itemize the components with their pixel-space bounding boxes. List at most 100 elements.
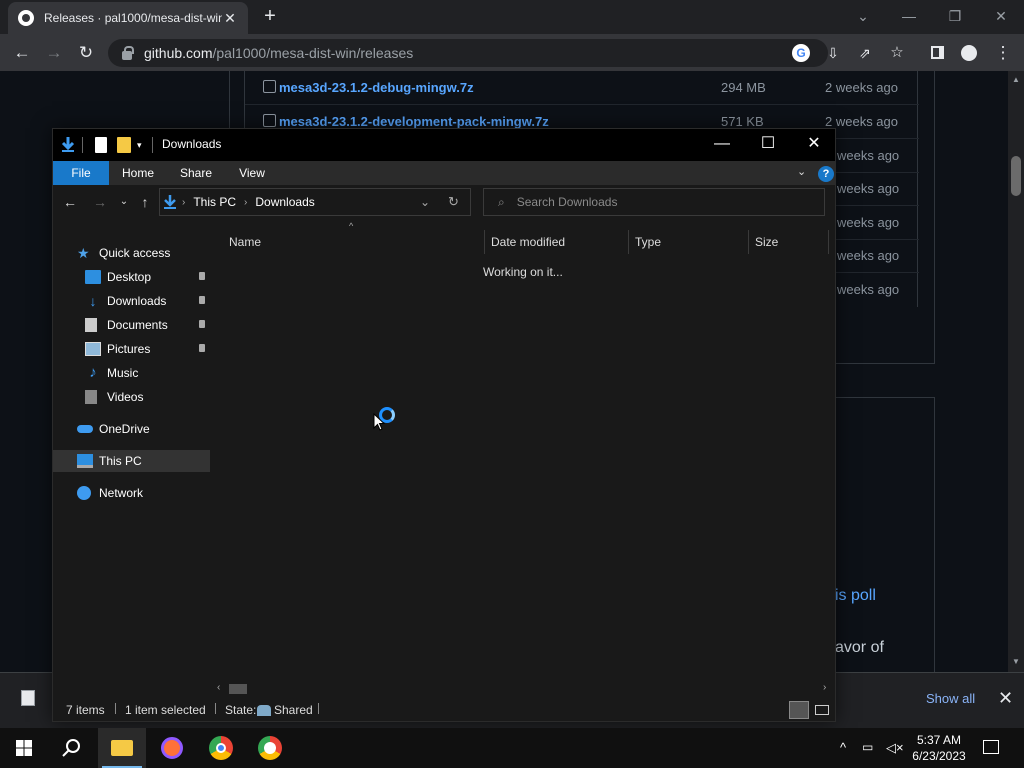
asset-size: 294 MB xyxy=(721,80,766,95)
close-button[interactable]: ✕ xyxy=(791,129,837,161)
minimize-button[interactable]: — xyxy=(886,0,932,34)
nav-downloads[interactable]: ↓ Downloads xyxy=(53,290,210,312)
pictures-icon xyxy=(85,342,101,356)
google-lens-icon[interactable]: G xyxy=(792,44,810,62)
reload-button[interactable]: ↻ xyxy=(73,40,99,66)
large-icons-view-icon[interactable] xyxy=(815,705,829,715)
tab-share[interactable]: Share xyxy=(171,161,221,185)
nav-network[interactable]: Network xyxy=(53,482,210,504)
browser-tab[interactable]: Releases · pal1000/mesa-dist-win ✕ xyxy=(8,2,248,34)
firefox-taskbar-button[interactable] xyxy=(148,728,196,768)
restore-button[interactable]: ❐ xyxy=(932,0,978,34)
help-icon[interactable]: ? xyxy=(818,166,834,182)
downloads-icon xyxy=(164,195,176,209)
address-bar[interactable]: › This PC › Downloads ⌄ ↻ xyxy=(159,188,471,216)
tab-home[interactable]: Home xyxy=(115,161,161,185)
scroll-right-icon[interactable]: › xyxy=(823,682,826,693)
search-input[interactable]: ⌕ Search Downloads xyxy=(483,188,825,216)
item-count: 7 items xyxy=(66,703,105,717)
show-all-button[interactable]: Show all xyxy=(926,691,975,706)
url-path: /pal1000/mesa-dist-win/releases xyxy=(212,45,414,61)
breadcrumb-this-pc[interactable]: This PC xyxy=(193,195,236,209)
tab-search-icon[interactable]: ⌄ xyxy=(840,0,886,34)
nav-desktop[interactable]: Desktop xyxy=(53,266,210,288)
horizontal-scrollbar[interactable]: ‹ › xyxy=(213,682,833,696)
poll-link[interactable]: is poll xyxy=(835,587,876,605)
share-icon[interactable]: ⇗ xyxy=(852,40,878,66)
nav-label: Downloads xyxy=(107,294,167,308)
nav-videos[interactable]: Videos xyxy=(53,386,210,408)
documents-icon xyxy=(85,318,97,332)
side-panel-icon[interactable] xyxy=(924,40,950,66)
nav-documents[interactable]: Documents xyxy=(53,314,210,336)
recent-locations-icon[interactable]: ⌄ xyxy=(115,193,133,211)
scroll-left-icon[interactable]: ‹ xyxy=(217,682,220,693)
minimize-button[interactable]: — xyxy=(699,129,745,161)
tab-file[interactable]: File xyxy=(53,161,109,185)
page-scrollbar[interactable]: ▲ ▼ xyxy=(1008,71,1024,672)
bookmark-star-icon[interactable]: ☆ xyxy=(884,40,910,66)
customize-quick-access-icon[interactable]: ▾ xyxy=(137,137,147,153)
nav-label: Documents xyxy=(107,318,168,332)
nav-onedrive[interactable]: OneDrive xyxy=(53,418,210,440)
close-download-bar-icon[interactable]: ✕ xyxy=(998,688,1013,709)
tab-view[interactable]: View xyxy=(231,161,273,185)
scrollbar-thumb[interactable] xyxy=(229,684,247,694)
show-hidden-icons[interactable]: ^ xyxy=(840,740,846,755)
back-button[interactable]: ← xyxy=(61,193,79,211)
selection-count: 1 item selected xyxy=(125,703,206,717)
maximize-button[interactable]: ☐ xyxy=(745,129,791,161)
archive-file-icon[interactable] xyxy=(21,690,35,706)
nav-label: OneDrive xyxy=(99,422,150,436)
chrome-profile-taskbar-button[interactable] xyxy=(246,728,294,768)
forward-button[interactable]: → xyxy=(91,193,109,211)
divider xyxy=(215,703,216,714)
windows-start-icon[interactable] xyxy=(16,740,32,756)
close-tab-icon[interactable]: ✕ xyxy=(222,10,238,27)
chrome-taskbar-button[interactable] xyxy=(197,728,245,768)
new-tab-button[interactable]: + xyxy=(258,4,282,28)
refresh-icon[interactable]: ↻ xyxy=(448,194,459,210)
column-type[interactable]: Type xyxy=(629,230,749,254)
details-view-icon[interactable] xyxy=(789,701,809,719)
lock-icon[interactable] xyxy=(122,45,134,60)
search-icon[interactable] xyxy=(62,738,82,758)
nav-this-pc[interactable]: This PC xyxy=(53,450,210,472)
back-button[interactable]: ← xyxy=(9,40,35,66)
navigation-bar: ← → ⌄ ↑ › This PC › Downloads ⌄ ↻ ⌕ Sear… xyxy=(53,185,835,219)
column-name[interactable]: Name xyxy=(223,230,485,254)
scroll-down-icon[interactable]: ▼ xyxy=(1012,657,1020,666)
asset-name[interactable]: mesa3d-23.1.2-debug-mingw.7z xyxy=(279,80,474,95)
scrollbar-thumb[interactable] xyxy=(1011,156,1021,196)
volume-muted-icon[interactable]: ◁× xyxy=(886,740,904,756)
nav-pictures[interactable]: Pictures xyxy=(53,338,210,360)
close-window-button[interactable]: ✕ xyxy=(978,0,1024,34)
column-date-modified[interactable]: Date modified xyxy=(485,230,629,254)
properties-icon[interactable] xyxy=(95,137,107,153)
chevron-down-icon[interactable]: ⌄ xyxy=(420,195,430,209)
notifications-icon[interactable] xyxy=(983,740,999,754)
nav-quick-access[interactable]: ★ Quick access xyxy=(53,242,210,264)
computer-icon xyxy=(77,454,93,468)
install-app-icon[interactable]: ⇩ xyxy=(820,40,846,66)
forward-button[interactable]: → xyxy=(41,40,67,66)
profile-icon[interactable] xyxy=(956,40,982,66)
asset-row[interactable]: mesa3d-23.1.2-debug-mingw.7z 294 MB 2 we… xyxy=(245,71,919,105)
network-tray-icon[interactable]: ▭ xyxy=(862,740,873,754)
nav-music[interactable]: ♪ Music xyxy=(53,362,210,384)
column-size[interactable]: Size xyxy=(749,230,829,254)
expand-ribbon-icon[interactable]: ⌄ xyxy=(797,165,806,178)
asset-date: weeks ago xyxy=(837,282,900,297)
asset-name[interactable]: mesa3d-23.1.2-development-pack-mingw.7z xyxy=(279,114,549,129)
pin-icon xyxy=(199,320,205,328)
state-label: State: xyxy=(225,703,257,717)
menu-icon[interactable]: ⋮ xyxy=(990,40,1016,66)
new-folder-icon[interactable] xyxy=(117,137,131,153)
file-explorer-taskbar-button[interactable] xyxy=(98,728,146,768)
system-clock[interactable]: 5:37 AM 6/23/2023 xyxy=(908,732,970,764)
address-bar[interactable]: github.com/pal1000/mesa-dist-win/release… xyxy=(108,39,828,67)
scroll-up-icon[interactable]: ▲ xyxy=(1012,75,1020,84)
breadcrumb-downloads[interactable]: Downloads xyxy=(255,195,314,209)
music-icon: ♪ xyxy=(89,364,97,381)
up-button[interactable]: ↑ xyxy=(136,193,154,211)
